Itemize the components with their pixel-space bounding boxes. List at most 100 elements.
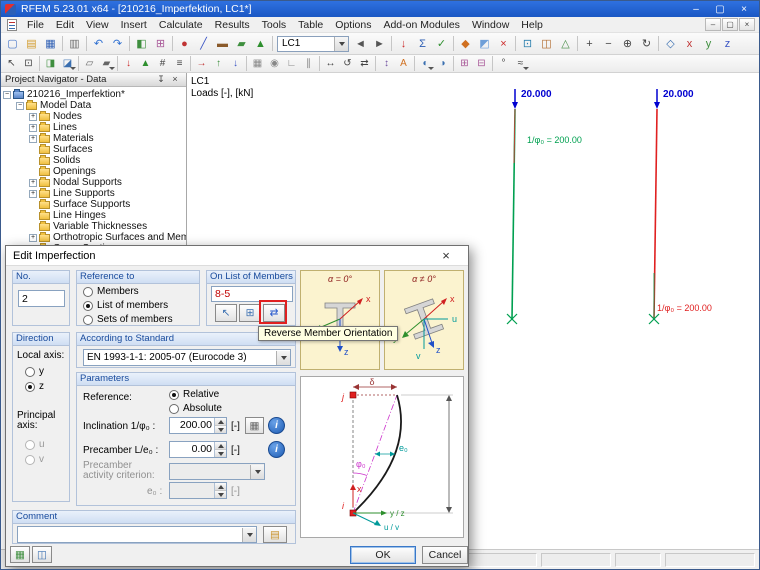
dialog-title-bar[interactable]: Edit Imperfection × xyxy=(6,246,468,266)
add-on-modules-icon[interactable]: ⊡ xyxy=(518,35,537,53)
show-results-icon[interactable]: ◆ xyxy=(456,35,475,53)
stability-icon[interactable]: △ xyxy=(556,35,575,53)
new-line-icon[interactable]: ╱ xyxy=(194,35,213,53)
spin-up-icon[interactable] xyxy=(215,442,226,450)
new-support-icon[interactable]: ▲ xyxy=(251,35,270,53)
maximize-button[interactable]: ▢ xyxy=(709,3,731,16)
solid-display-icon[interactable]: ▰ xyxy=(98,56,115,71)
ok-button[interactable]: OK xyxy=(350,546,416,564)
close-button[interactable]: × xyxy=(733,3,755,16)
select-members-button[interactable]: ↖ xyxy=(215,304,237,322)
spin-down-icon[interactable] xyxy=(215,450,226,457)
tree-item[interactable]: +Materials xyxy=(1,133,186,144)
tree-item[interactable]: Openings xyxy=(1,166,186,177)
tree-expander[interactable]: + xyxy=(29,190,37,198)
redo-icon[interactable]: ↷ xyxy=(108,35,127,53)
clipping-icon[interactable]: ◑ xyxy=(434,56,451,71)
menu-tools[interactable]: Tools xyxy=(256,18,293,32)
tree-item[interactable]: −210216_Imperfektion* xyxy=(1,89,186,100)
dropdown-arrow-icon[interactable] xyxy=(242,528,256,542)
document-icon[interactable] xyxy=(7,19,17,31)
show-loads-icon[interactable]: ↓ xyxy=(120,56,137,71)
menu-add-on-modules[interactable]: Add-on Modules xyxy=(377,18,465,32)
e0-stepper[interactable] xyxy=(169,482,227,499)
radio-local-axis-y[interactable]: y xyxy=(25,366,44,377)
radio-principal-axis-u[interactable]: u xyxy=(25,439,45,450)
tree-item[interactable]: Line Hinges xyxy=(1,210,186,221)
radio-sets-of-members[interactable]: Sets of members xyxy=(83,314,173,325)
units-settings-icon[interactable]: ° xyxy=(495,56,512,71)
y-direction-icon[interactable]: ↑ xyxy=(210,56,227,71)
grid-icon[interactable]: ▦ xyxy=(249,56,266,71)
tree-item[interactable]: −Model Data xyxy=(1,100,186,111)
tree-expander[interactable]: + xyxy=(29,179,37,187)
wireframe-display-icon[interactable]: ▱ xyxy=(81,56,98,71)
comment-combo[interactable] xyxy=(17,526,257,543)
next-load-case-icon[interactable]: ► xyxy=(370,35,389,53)
dialog-close-icon[interactable]: × xyxy=(431,246,461,265)
tables-icon[interactable]: ⊞ xyxy=(151,35,170,53)
check-model-icon[interactable]: ✓ xyxy=(432,35,451,53)
guidelines-icon[interactable]: ∥ xyxy=(300,56,317,71)
move-copy-icon[interactable]: ↔ xyxy=(322,56,339,71)
pick-members-button[interactable]: ⊞ xyxy=(239,304,261,322)
menu-edit[interactable]: Edit xyxy=(50,18,80,32)
precamber-stepper[interactable]: 0.00 xyxy=(169,441,227,458)
menu-insert[interactable]: Insert xyxy=(115,18,153,32)
select-window-icon[interactable]: ⊡ xyxy=(20,56,37,71)
tree-item[interactable]: +Lines xyxy=(1,122,186,133)
tree-item[interactable]: Solids xyxy=(1,155,186,166)
display-properties-icon[interactable]: ≈ xyxy=(512,56,529,71)
mdi-restore-button[interactable]: ▢ xyxy=(722,18,738,31)
snap-icon[interactable]: ◉ xyxy=(266,56,283,71)
tree-expander[interactable]: + xyxy=(29,135,37,143)
save-model-icon[interactable]: ▦ xyxy=(41,35,60,53)
new-node-icon[interactable]: ● xyxy=(175,35,194,53)
dropdown-arrow-icon[interactable] xyxy=(276,351,290,365)
tree-expander[interactable]: + xyxy=(29,234,37,242)
reverse-member-orientation-button[interactable]: ⇄ xyxy=(263,304,285,322)
members-list-field[interactable]: 8-5 xyxy=(211,286,293,302)
show-supports-icon[interactable]: ▲ xyxy=(137,56,154,71)
inclination-value[interactable]: 200.00 xyxy=(170,418,214,433)
mdi-close-button[interactable]: × xyxy=(739,18,755,31)
inclination-stepper[interactable]: 200.00 xyxy=(169,417,227,434)
spin-up-icon[interactable] xyxy=(215,418,226,426)
tree-item[interactable]: Variable Thicknesses xyxy=(1,221,186,232)
tree-item[interactable]: +Orthotropic Surfaces and Membrane xyxy=(1,232,186,243)
tree-item[interactable]: +Nodes xyxy=(1,111,186,122)
previous-load-case-icon[interactable]: ◄ xyxy=(351,35,370,53)
tree-item[interactable]: +Line Supports xyxy=(1,188,186,199)
minimize-button[interactable]: – xyxy=(685,3,707,16)
inclination-info-button[interactable]: i xyxy=(268,417,285,434)
standard-combo[interactable]: EN 1993-1-1: 2005-07 (Eurocode 3) xyxy=(83,349,291,366)
tree-expander[interactable]: − xyxy=(3,91,11,99)
delete-results-icon[interactable]: × xyxy=(494,35,513,53)
isometric-view-icon[interactable]: ◇ xyxy=(661,35,680,53)
menu-view[interactable]: View xyxy=(80,18,115,32)
rotate-icon[interactable]: ↺ xyxy=(339,56,356,71)
menu-calculate[interactable]: Calculate xyxy=(153,18,209,32)
new-load-icon[interactable]: ↓ xyxy=(394,35,413,53)
visibility-icon[interactable]: ◐ xyxy=(417,56,434,71)
comment-browse-button[interactable]: ▤ xyxy=(263,526,287,543)
dropdown-arrow-icon[interactable] xyxy=(334,37,348,51)
spinner-buttons[interactable] xyxy=(214,442,226,457)
tree-expander[interactable]: + xyxy=(29,124,37,132)
undo-icon[interactable]: ↶ xyxy=(89,35,108,53)
dialog-aux-table-button[interactable]: ▦ xyxy=(10,546,30,563)
spinner-buttons[interactable] xyxy=(214,418,226,433)
dimensions-icon[interactable]: ↕ xyxy=(378,56,395,71)
mirror-icon[interactable]: ⇄ xyxy=(356,56,373,71)
open-model-icon[interactable]: ▤ xyxy=(22,35,41,53)
cancel-button[interactable]: Cancel xyxy=(422,546,468,564)
tree-item[interactable]: +Nodal Supports xyxy=(1,177,186,188)
ortho-icon[interactable]: ∟ xyxy=(283,56,300,71)
radio-principal-axis-v[interactable]: v xyxy=(25,454,44,465)
select-arrow-icon[interactable]: ↖ xyxy=(3,56,20,71)
imperfection-number-field[interactable]: 2 xyxy=(18,290,65,307)
radio-members[interactable]: Members xyxy=(83,286,139,297)
new-member-icon[interactable]: ▬ xyxy=(213,35,232,53)
calculate-icon[interactable]: Σ xyxy=(413,35,432,53)
view-y-icon[interactable]: y xyxy=(699,35,718,53)
